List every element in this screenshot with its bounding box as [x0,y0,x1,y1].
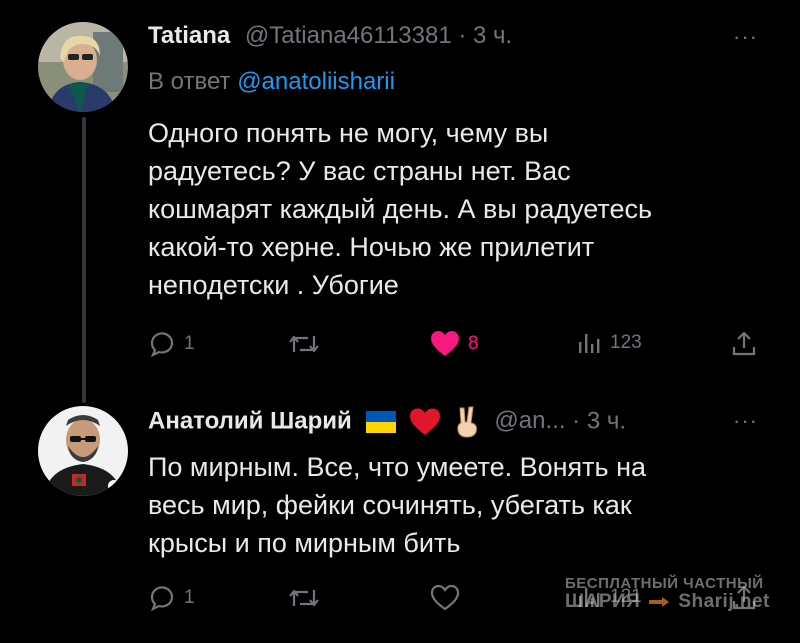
reply-mention-link[interactable]: @anatoliisharii [237,68,395,95]
tweet-text-line: По мирным. Все, что умеете. Вонять на [148,452,647,482]
retweet-icon [289,589,319,607]
watermark-brand: ШАРИЯ [565,591,641,612]
tweet-text-line: неподетски . Убогие [148,270,399,300]
tweet-text-line: Одного понять не могу, чему вы [148,118,549,148]
tweet-text-line: кошмарят каждый день. А вы радуетесь [148,194,653,224]
reply-button[interactable]: 1 [148,330,195,358]
views-chart-icon [579,334,600,353]
separator-dot: · [572,407,581,435]
share-icon [732,331,756,356]
avatar-photo-sharii [38,406,128,496]
avatar-photo-tatiana [38,22,128,112]
ukraine-flag-icon [366,411,397,433]
watermark-site: Sharij.net [678,591,770,612]
like-button[interactable]: 8 [430,330,479,358]
like-count: 8 [468,333,479,354]
more-options-icon[interactable]: ··· [733,408,758,434]
timestamp[interactable]: 3 ч. [587,407,626,434]
victory-hand-icon [457,406,477,438]
heart-outline-icon [430,584,460,611]
reply-icon [150,332,174,358]
reply-button[interactable]: 1 [148,584,195,612]
avatar[interactable] [38,406,128,496]
tweet-text-line: какой-то херне. Ночью же прилетит [148,232,595,262]
reply-prefix: В ответ [148,68,231,95]
like-button[interactable] [430,584,460,612]
action-bar: 1 8 123 [148,330,768,360]
tweet-header: Анатолий Шарий @an... · 3 ч. [148,406,626,438]
pointing-hand-icon [649,597,670,607]
retweet-button[interactable] [288,330,320,358]
views-button[interactable]: 123 [576,330,642,356]
views-count: 123 [610,332,642,353]
tweet-tatiana[interactable]: Tatiana @Tatiana46113381 · 3 ч. ··· В от… [0,0,800,403]
heart-filled-icon [431,331,459,356]
timestamp[interactable]: 3 ч. [473,22,512,49]
retweet-button[interactable] [288,584,320,612]
separator-dot: · [458,22,467,49]
reply-icon [150,586,174,612]
more-options-icon[interactable]: ··· [733,24,758,50]
tweet-header: Tatiana @Tatiana46113381 · 3 ч. [148,22,512,50]
tweet-text-line: радуетесь? У вас страны нет. Вас [148,156,571,186]
watermark-line2: ШАРИЯ Sharij.net [565,591,785,612]
author-name[interactable]: Анатолий Шарий [148,407,352,434]
author-handle[interactable]: @an... [494,407,565,434]
tweet-text-line: весь мир, фейки сочинять, убегать как [148,490,632,520]
tweet-text: Одного понять не могу, чему вы радуетесь… [148,114,758,304]
reply-count: 1 [184,333,195,354]
tweet-text-line: крысы и по мирным бить [148,528,461,558]
reply-context: В ответ @anatoliisharii [148,68,395,96]
reply-count: 1 [184,587,195,608]
retweet-icon [289,335,319,353]
author-name[interactable]: Tatiana [148,22,230,49]
thread-connector-line [82,117,86,403]
author-handle[interactable]: @Tatiana46113381 [245,22,452,49]
watermark: БЕСПЛАТНЫЙ ЧАСТНЫЙ ШАРИЯ Sharij.net [565,575,785,611]
red-heart-icon [410,408,441,435]
tweet-text: По мирным. Все, что умеете. Вонять на ве… [148,448,758,562]
avatar[interactable] [38,22,128,112]
share-button[interactable] [730,330,758,358]
